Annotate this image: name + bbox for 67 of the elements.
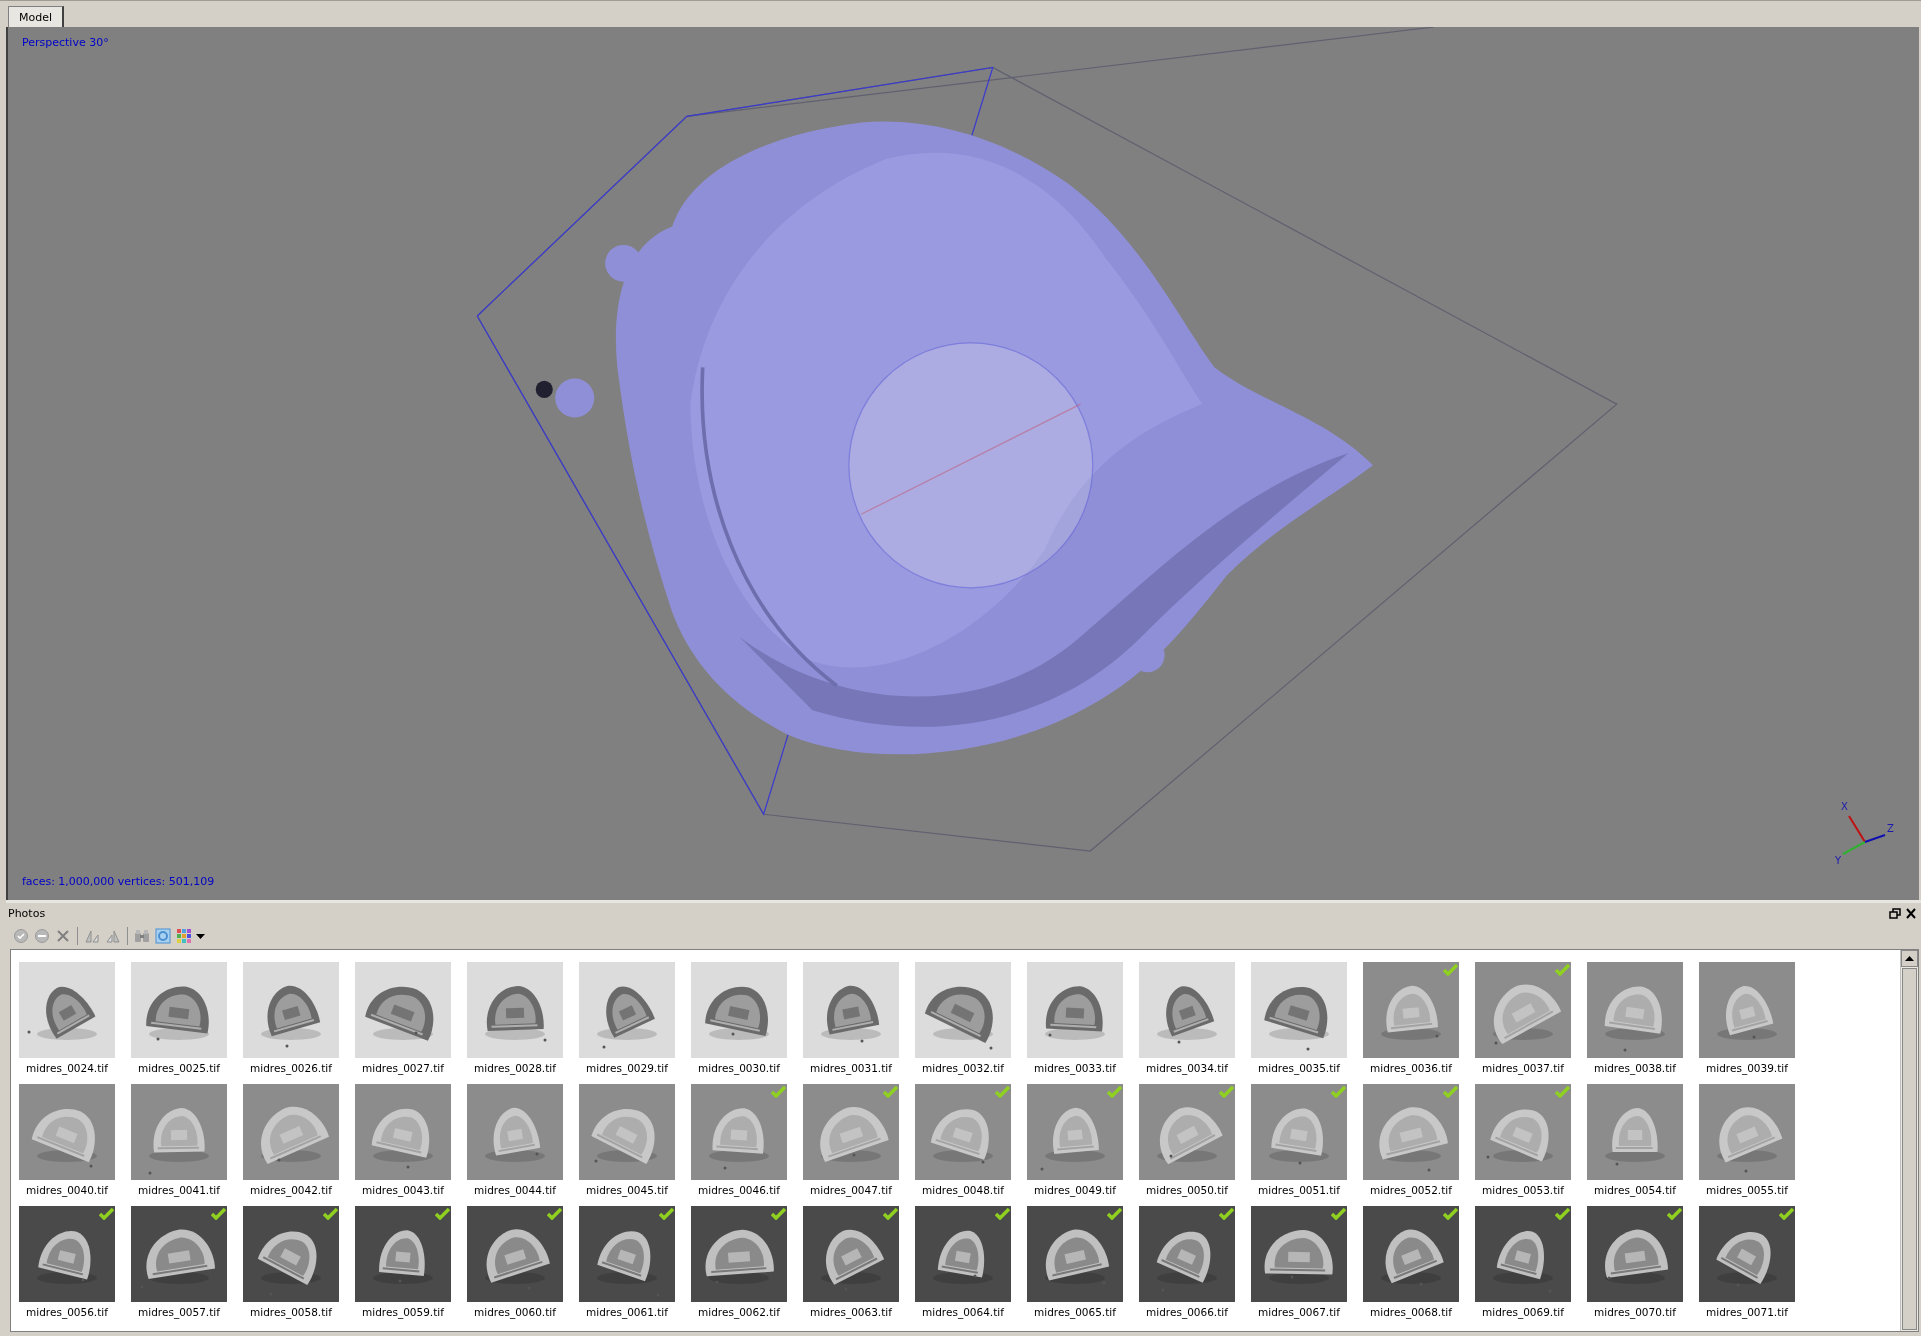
- scroll-up-button[interactable]: [1901, 950, 1918, 967]
- photo-filename[interactable]: midres_0036.tif: [1370, 1062, 1452, 1074]
- photo-filename[interactable]: midres_0040.tif: [26, 1184, 108, 1196]
- photo-filename[interactable]: midres_0058.tif: [250, 1306, 332, 1318]
- photo-filename[interactable]: midres_0053.tif: [1482, 1184, 1564, 1196]
- photo-filename[interactable]: midres_0054.tif: [1594, 1184, 1676, 1196]
- image-icon[interactable]: [154, 927, 172, 945]
- dropdown-caret-icon[interactable]: [196, 933, 205, 939]
- photo-filename[interactable]: midres_0052.tif: [1370, 1184, 1452, 1196]
- photo-filename[interactable]: midres_0057.tif: [138, 1306, 220, 1318]
- photo-filename[interactable]: midres_0061.tif: [586, 1306, 668, 1318]
- photo-filename[interactable]: midres_0030.tif: [698, 1062, 780, 1074]
- photo-filename[interactable]: midres_0071.tif: [1706, 1306, 1788, 1318]
- photo-filename[interactable]: midres_0049.tif: [1034, 1184, 1116, 1196]
- photo-filename[interactable]: midres_0039.tif: [1706, 1062, 1788, 1074]
- axis-label: Z: [1887, 823, 1894, 834]
- photo-filename[interactable]: midres_0026.tif: [250, 1062, 332, 1074]
- scrollbar-thumb[interactable]: [1902, 968, 1917, 1330]
- photo-filename[interactable]: midres_0035.tif: [1258, 1062, 1340, 1074]
- minus-circle-icon[interactable]: [33, 927, 51, 945]
- photo-filename[interactable]: midres_0051.tif: [1258, 1184, 1340, 1196]
- axis-icon: [1842, 815, 1886, 855]
- photo-filename[interactable]: midres_0032.tif: [922, 1062, 1004, 1074]
- photo-filename[interactable]: midres_0037.tif: [1482, 1062, 1564, 1074]
- restore-icon[interactable]: [1889, 907, 1901, 919]
- photo-filename[interactable]: midres_0048.tif: [922, 1184, 1004, 1196]
- photo-filename[interactable]: midres_0031.tif: [810, 1062, 892, 1074]
- photo-filename[interactable]: midres_0055.tif: [1706, 1184, 1788, 1196]
- projection-label: Perspective 30°: [22, 36, 109, 49]
- photo-filename[interactable]: midres_0045.tif: [586, 1184, 668, 1196]
- photo-filename[interactable]: midres_0028.tif: [474, 1062, 556, 1074]
- photo-filename[interactable]: midres_0067.tif: [1258, 1306, 1340, 1318]
- model-tab[interactable]: Model: [8, 6, 65, 27]
- photo-filename[interactable]: midres_0069.tif: [1482, 1306, 1564, 1318]
- mesh-stats-label: faces: 1,000,000 vertices: 501,109: [22, 875, 215, 888]
- photo-filename[interactable]: midres_0063.tif: [810, 1306, 892, 1318]
- photo-filename[interactable]: midres_0070.tif: [1594, 1306, 1676, 1318]
- photo-filename[interactable]: midres_0066.tif: [1146, 1306, 1228, 1318]
- photo-filename[interactable]: midres_0038.tif: [1594, 1062, 1676, 1074]
- close-icon[interactable]: [1905, 907, 1917, 919]
- caret-up-icon: [1905, 956, 1914, 961]
- photo-filename[interactable]: midres_0059.tif: [362, 1306, 444, 1318]
- grid-icon[interactable]: [175, 927, 193, 945]
- photo-filename[interactable]: midres_0062.tif: [698, 1306, 780, 1318]
- photo-filename[interactable]: midres_0033.tif: [1034, 1062, 1116, 1074]
- photo-filename[interactable]: midres_0056.tif: [26, 1306, 108, 1318]
- photo-filename[interactable]: midres_0041.tif: [138, 1184, 220, 1196]
- check-circle-icon[interactable]: [12, 927, 30, 945]
- photo-filename[interactable]: midres_0029.tif: [586, 1062, 668, 1074]
- photo-filename[interactable]: midres_0034.tif: [1146, 1062, 1228, 1074]
- axis-label: Y: [1835, 855, 1842, 866]
- photo-filename[interactable]: midres_0044.tif: [474, 1184, 556, 1196]
- photo-filename[interactable]: midres_0024.tif: [26, 1062, 108, 1074]
- photo-filename[interactable]: midres_0050.tif: [1146, 1184, 1228, 1196]
- photo-filename[interactable]: midres_0043.tif: [362, 1184, 444, 1196]
- photo-filename[interactable]: midres_0042.tif: [250, 1184, 332, 1196]
- photo-filename[interactable]: midres_0046.tif: [698, 1184, 780, 1196]
- binoculars-icon[interactable]: [133, 927, 151, 945]
- photo-filename[interactable]: midres_0047.tif: [810, 1184, 892, 1196]
- photo-filename[interactable]: midres_0065.tif: [1034, 1306, 1116, 1318]
- panel-title: Photos: [8, 906, 47, 920]
- photo-filename[interactable]: midres_0068.tif: [1370, 1306, 1452, 1318]
- photo-filename[interactable]: midres_0027.tif: [362, 1062, 444, 1074]
- photo-filename[interactable]: midres_0060.tif: [474, 1306, 556, 1318]
- photo-filename[interactable]: midres_0064.tif: [922, 1306, 1004, 1318]
- photo-filename[interactable]: midres_0025.tif: [138, 1062, 220, 1074]
- axis-label: X: [1841, 801, 1848, 812]
